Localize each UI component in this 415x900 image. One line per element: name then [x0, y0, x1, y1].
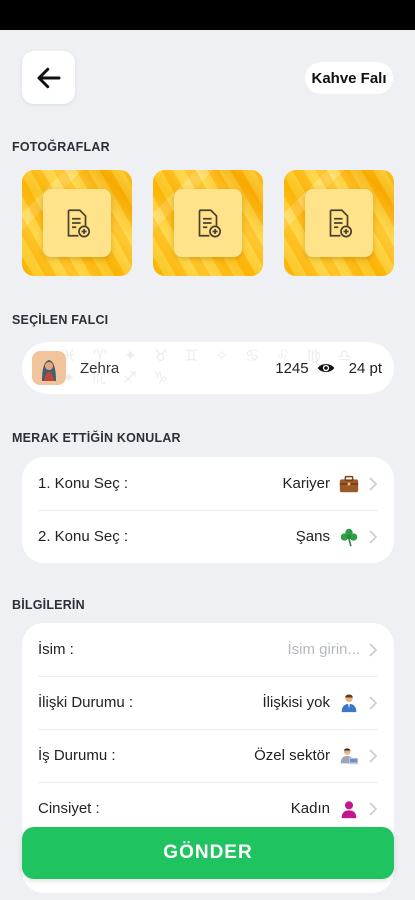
- gender-value: Kadın: [290, 800, 330, 817]
- submit-button[interactable]: GÖNDER: [22, 827, 394, 879]
- job-value: Özel sektör: [254, 747, 330, 764]
- teller-price: 24 pt: [348, 359, 382, 377]
- info-row-name[interactable]: İsim : İsim girin...: [22, 623, 394, 676]
- office-worker-icon: [338, 745, 360, 767]
- topic-row-1[interactable]: 1. Konu Seç : Kariyer: [22, 457, 394, 510]
- clover-icon: [338, 526, 360, 548]
- section-title-topics: MERAK ETTİĞİN KONULAR: [12, 431, 181, 445]
- info-row-relationship[interactable]: İlişki Durumu : İlişkisi yok: [22, 676, 394, 729]
- photo-upload-frame: [305, 189, 373, 257]
- job-label: İş Durumu :: [38, 747, 116, 764]
- topic-1-value: Kariyer: [282, 475, 330, 492]
- topics-card: 1. Konu Seç : Kariyer 2. Konu Seç : Şans: [22, 457, 394, 563]
- info-row-job[interactable]: İş Durumu : Özel sektör: [22, 729, 394, 782]
- topic-2-value: Şans: [295, 528, 330, 545]
- name-label: İsim :: [38, 641, 74, 658]
- topic-2-label: 2. Konu Seç :: [38, 528, 129, 545]
- gender-label: Cinsiyet :: [38, 800, 100, 817]
- page-title: Kahve Falı: [305, 62, 393, 94]
- relationship-value: İlişkisi yok: [262, 694, 330, 711]
- photo-upload-frame: [43, 189, 111, 257]
- teller-name: Zehra: [80, 359, 120, 377]
- photo-upload-frame: [174, 189, 242, 257]
- chevron-right-icon: [369, 642, 378, 657]
- woman-icon: [338, 798, 360, 820]
- status-bar: [0, 0, 415, 30]
- add-document-icon: [329, 209, 353, 238]
- chevron-right-icon: [369, 695, 378, 710]
- briefcase-icon: [338, 473, 360, 495]
- selected-teller-card[interactable]: Zehra 1245 24 pt: [22, 342, 394, 394]
- photo-upload-slot-2[interactable]: [153, 170, 263, 276]
- back-button[interactable]: [22, 51, 75, 104]
- eye-icon: [317, 364, 334, 372]
- section-title-selected-teller: SEÇİLEN FALCI: [12, 313, 109, 327]
- teller-view-count: 1245: [275, 359, 309, 377]
- photo-upload-slot-1[interactable]: [22, 170, 132, 276]
- chevron-right-icon: [369, 476, 378, 491]
- chevron-right-icon: [369, 529, 378, 544]
- topic-1-label: 1. Konu Seç :: [38, 475, 129, 492]
- relationship-label: İlişki Durumu :: [38, 694, 134, 711]
- arrow-left-icon: [37, 67, 60, 88]
- avatar: [32, 351, 66, 385]
- teller-avatar-icon: [34, 353, 64, 383]
- chevron-right-icon: [369, 748, 378, 763]
- photo-upload-slot-3[interactable]: [284, 170, 394, 276]
- name-input[interactable]: İsim girin...: [287, 641, 360, 658]
- person-icon: [338, 692, 360, 714]
- chevron-right-icon: [369, 801, 378, 816]
- section-title-photos: FOTOĞRAFLAR: [12, 140, 110, 154]
- add-document-icon: [67, 209, 91, 238]
- add-document-icon: [198, 209, 222, 238]
- section-title-info: BİLGİLERİN: [12, 598, 85, 612]
- topic-row-2[interactable]: 2. Konu Seç : Şans: [22, 510, 394, 563]
